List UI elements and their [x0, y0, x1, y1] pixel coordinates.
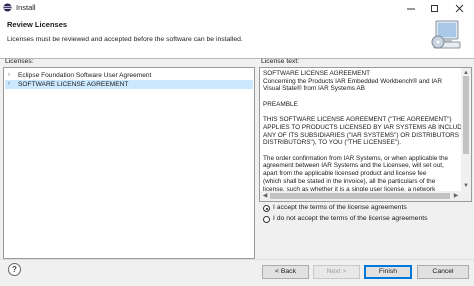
license-text-content: SOFTWARE LICENSE AGREEMENT Concerning the… — [263, 70, 472, 201]
radio-button-icon[interactable] — [263, 205, 270, 212]
cancel-button[interactable]: Cancel — [417, 265, 469, 279]
license-text-line: The order confirmation from IAR Systems,… — [263, 154, 449, 162]
license-text-line: APPLIES TO PRODUCTS LICENSED BY IAR SYST… — [263, 123, 472, 131]
footer-divider — [0, 259, 474, 260]
radio-button-icon[interactable] — [263, 216, 270, 223]
eclipse-app-icon — [3, 3, 12, 12]
help-icon[interactable]: ? — [8, 263, 21, 276]
scroll-down-icon[interactable]: ▼ — [461, 181, 471, 191]
radio-selected-dot — [265, 207, 268, 210]
maximize-icon[interactable] — [425, 0, 445, 17]
license-text-line: agreement between IAR Systems and the Li… — [263, 162, 444, 170]
tree-item-label: SOFTWARE LICENSE AGREEMENT — [18, 81, 129, 88]
decline-terms-radio[interactable]: I do not accept the terms of the license… — [263, 215, 463, 225]
scroll-right-icon[interactable]: ▶ — [451, 191, 461, 201]
licenses-tree[interactable]: › Eclipse Foundation Software User Agree… — [3, 67, 255, 259]
close-icon[interactable] — [450, 0, 470, 17]
license-text-line: Visual State® from IAR Systems AB — [263, 85, 365, 93]
tree-item-software-license[interactable]: › SOFTWARE LICENSE AGREEMENT — [5, 80, 253, 89]
tree-item-label: Eclipse Foundation Software User Agreeme… — [18, 72, 152, 79]
license-text-line — [263, 93, 461, 101]
back-button[interactable]: < Back — [262, 265, 309, 279]
license-text-line: DISTRIBUTORS"), TO YOU ("THE LICENSEE"). — [263, 139, 402, 147]
accept-terms-label[interactable]: I accept the terms of the license agreem… — [273, 204, 407, 211]
expand-arrow-icon[interactable]: › — [8, 71, 10, 80]
license-text-label: License text: — [261, 58, 300, 65]
licenses-label: Licenses: — [5, 58, 34, 65]
scroll-left-icon[interactable]: ◀ — [260, 191, 270, 201]
page-description: Licenses must be reviewed and accepted b… — [7, 36, 243, 43]
expand-arrow-icon[interactable]: › — [8, 80, 10, 89]
license-text-line: THIS SOFTWARE LICENSE AGREEMENT ("THE AG… — [263, 116, 452, 124]
license-text-line — [263, 147, 461, 155]
license-text-area[interactable]: SOFTWARE LICENSE AGREEMENT Concerning the… — [259, 67, 472, 202]
window-title: Install — [16, 3, 36, 12]
license-text-line: apart from the applicable licensed produ… — [263, 170, 427, 178]
minimize-icon[interactable] — [401, 0, 421, 17]
license-text-line: SOFTWARE LICENSE AGREEMENT — [263, 70, 370, 77]
decline-terms-label[interactable]: I do not accept the terms of the license… — [273, 215, 428, 222]
page-title: Review Licenses — [7, 20, 68, 29]
license-text-line: PREAMBLE — [263, 100, 298, 108]
finish-button[interactable]: Finish — [364, 265, 412, 279]
license-text-line: (which shall be stated in the invoice), … — [263, 177, 436, 185]
install-computer-icon — [430, 18, 462, 52]
license-text-line — [263, 109, 461, 117]
scrollbar-corner — [461, 191, 471, 201]
vertical-scroll-thumb[interactable] — [463, 76, 469, 154]
next-button[interactable]: Next > — [313, 265, 360, 279]
tree-item-eclipse-agreement[interactable]: › Eclipse Foundation Software User Agree… — [5, 71, 253, 80]
horizontal-scroll-thumb[interactable] — [270, 193, 450, 199]
license-text-line: ANY OF ITS SUBSIDIARIES ("IAR SYSTEMS") … — [263, 131, 472, 139]
accept-terms-radio[interactable]: I accept the terms of the license agreem… — [263, 204, 463, 214]
